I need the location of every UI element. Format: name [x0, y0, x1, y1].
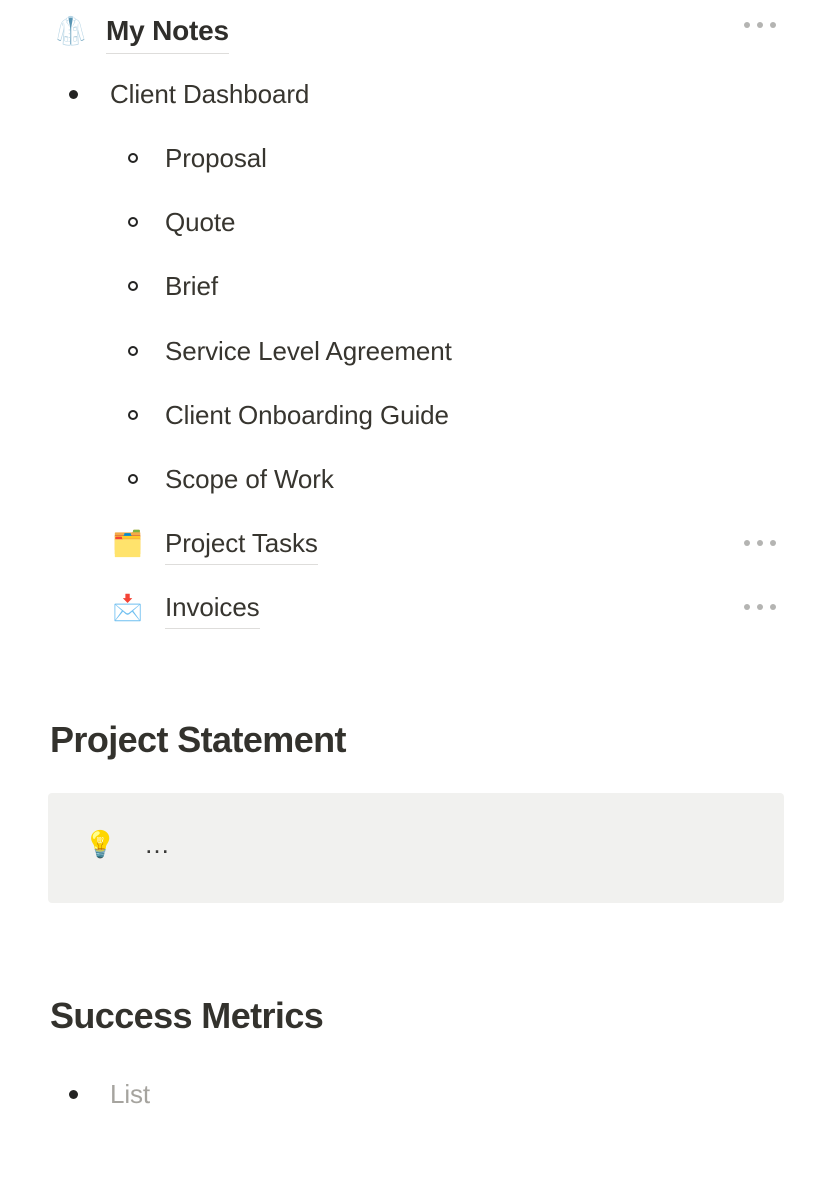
list-item-label: Scope of Work	[165, 464, 334, 494]
bullet-dot-icon	[69, 1090, 78, 1099]
list-item-service-level-agreement[interactable]: Service Level Agreement	[0, 331, 832, 371]
callout-placeholder-text[interactable]: …	[144, 827, 171, 861]
list-item-label: Brief	[165, 271, 218, 301]
list-item-label: Service Level Agreement	[165, 336, 452, 366]
list-item-quote[interactable]: Quote	[0, 202, 832, 242]
page-link-invoices[interactable]: 📩 Invoices	[0, 587, 832, 629]
lightbulb-icon[interactable]: 💡	[84, 827, 116, 861]
page-title-row: 🥼 My Notes	[0, 8, 832, 56]
callout-block[interactable]: 💡 …	[48, 793, 784, 903]
list-item-scope-of-work[interactable]: Scope of Work	[0, 459, 832, 499]
hollow-bullet-icon	[128, 217, 138, 227]
list-placeholder-label[interactable]: List	[110, 1073, 150, 1115]
lab-coat-icon[interactable]: 🥼	[54, 14, 88, 48]
list-item-proposal[interactable]: Proposal	[0, 138, 832, 178]
money-envelope-icon: 📩	[112, 594, 144, 622]
checklist-icon: 🗂️	[112, 530, 144, 558]
heading-success-metrics: Success Metrics	[50, 995, 324, 1036]
heading-project-statement: Project Statement	[50, 719, 346, 760]
page-title[interactable]: My Notes	[106, 10, 229, 54]
invoices-options-menu-icon[interactable]	[744, 604, 776, 610]
note-page: 🥼 My Notes Client Dashboard Proposal Quo…	[0, 0, 832, 1200]
project-tasks-options-menu-icon[interactable]	[744, 540, 776, 546]
hollow-bullet-icon	[128, 153, 138, 163]
list-item-label: Client Onboarding Guide	[165, 400, 449, 430]
hollow-bullet-icon	[128, 281, 138, 291]
list-item-brief[interactable]: Brief	[0, 266, 832, 306]
page-link-label[interactable]: Project Tasks	[165, 523, 318, 565]
hollow-bullet-icon	[128, 346, 138, 356]
list-item-label: Proposal	[165, 143, 267, 173]
hollow-bullet-icon	[128, 474, 138, 484]
bullet-dot-icon	[69, 90, 78, 99]
page-options-menu-icon[interactable]	[744, 22, 776, 28]
page-link-project-tasks[interactable]: 🗂️ Project Tasks	[0, 523, 832, 565]
list-item-client-onboarding-guide[interactable]: Client Onboarding Guide	[0, 395, 832, 435]
hollow-bullet-icon	[128, 410, 138, 420]
list-item-placeholder[interactable]: List	[0, 1073, 832, 1115]
list-item-label: Quote	[165, 207, 236, 237]
list-item-label: Client Dashboard	[110, 79, 310, 109]
list-item-client-dashboard[interactable]: Client Dashboard	[0, 74, 832, 114]
page-link-label[interactable]: Invoices	[165, 587, 260, 629]
